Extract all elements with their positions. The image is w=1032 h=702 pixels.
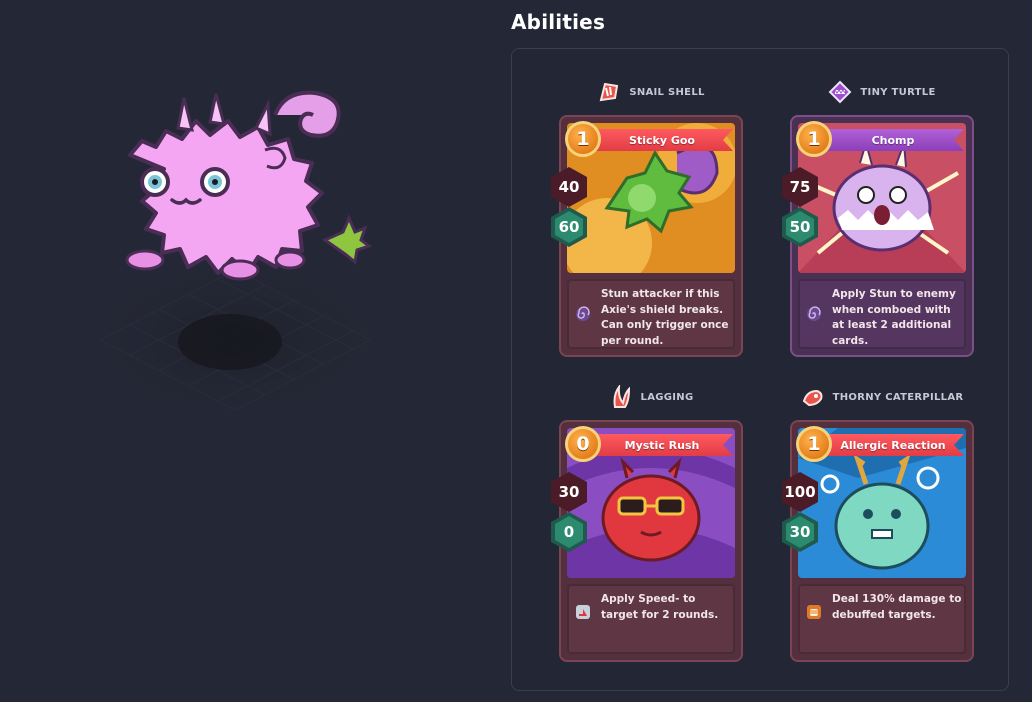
- energy-cost: 1: [565, 121, 601, 157]
- card-description: Apply Speed- to target for 2 rounds.: [601, 593, 719, 621]
- part-name: LAGGING: [640, 391, 694, 403]
- card-description-box: Deal 130% damage to debuffed targets.: [798, 584, 966, 654]
- ability-card[interactable]: 0 Mystic Rush 30 0 Apply Speed- to targe…: [551, 420, 743, 662]
- card-description-box: Stun attacker if this Axie's shield brea…: [567, 279, 735, 349]
- mouth-part-icon: [829, 80, 852, 104]
- part-name: THORNY CATERPILLAR: [832, 391, 964, 403]
- ability-card[interactable]: 1 Allergic Reaction 100 30 Deal 130% dam…: [782, 420, 974, 662]
- ability-tiny-turtle: TINY TURTLE 1 Chomp 75 50 Apply Stun to …: [782, 80, 974, 357]
- energy-cost: 1: [796, 121, 832, 157]
- energy-cost: 1: [796, 426, 832, 462]
- part-header: THORNY CATERPILLAR: [790, 385, 974, 409]
- part-name: SNAIL SHELL: [629, 86, 705, 98]
- horn-part-icon: [613, 385, 630, 408]
- tail-icon: [321, 214, 373, 265]
- ability-card[interactable]: 1 Sticky Goo 40 60 Stun attacker if this…: [551, 115, 743, 357]
- stun-spiral-icon: [576, 306, 590, 321]
- card-description-box: Apply Stun to enemy when comboed with at…: [798, 279, 966, 349]
- card-description: Stun attacker if this Axie's shield brea…: [601, 288, 729, 347]
- abilities-heading: Abilities: [511, 10, 606, 34]
- abilities-panel: SNAIL SHELL 1 Sticky Goo 40 60 Stun atta…: [511, 48, 1009, 691]
- card-name: Mystic Rush: [591, 434, 733, 456]
- part-header: TINY TURTLE: [790, 80, 974, 104]
- card-name: Sticky Goo: [591, 129, 733, 151]
- ability-snail-shell: SNAIL SHELL 1 Sticky Goo 40 60 Stun atta…: [551, 80, 743, 357]
- speed-down-icon: [576, 605, 590, 619]
- stun-spiral-icon: [807, 306, 821, 321]
- energy-cost: 0: [565, 426, 601, 462]
- tail-part-icon: [802, 389, 823, 407]
- ability-card[interactable]: 1 Chomp 75 50 Apply Stun to enemy when c…: [782, 115, 974, 357]
- fist-icon: [807, 605, 821, 619]
- part-name: TINY TURTLE: [860, 86, 936, 98]
- ability-thorny-caterpillar: THORNY CATERPILLAR 1 Allergic Reaction 1…: [782, 385, 974, 662]
- card-name: Allergic Reaction: [822, 434, 964, 456]
- card-description-box: Apply Speed- to target for 2 rounds.: [567, 584, 735, 654]
- card-name: Chomp: [822, 129, 964, 151]
- card-description: Apply Stun to enemy when comboed with at…: [832, 288, 956, 347]
- back-part-icon: [599, 82, 619, 102]
- ability-lagging: LAGGING 0 Mystic Rush 30 0 Apply Speed- …: [551, 385, 743, 662]
- axie-display: [60, 70, 420, 430]
- part-header: SNAIL SHELL: [559, 80, 743, 104]
- axie-creature: [125, 90, 373, 281]
- part-header: LAGGING: [559, 385, 743, 409]
- card-description: Deal 130% damage to debuffed targets.: [832, 593, 962, 621]
